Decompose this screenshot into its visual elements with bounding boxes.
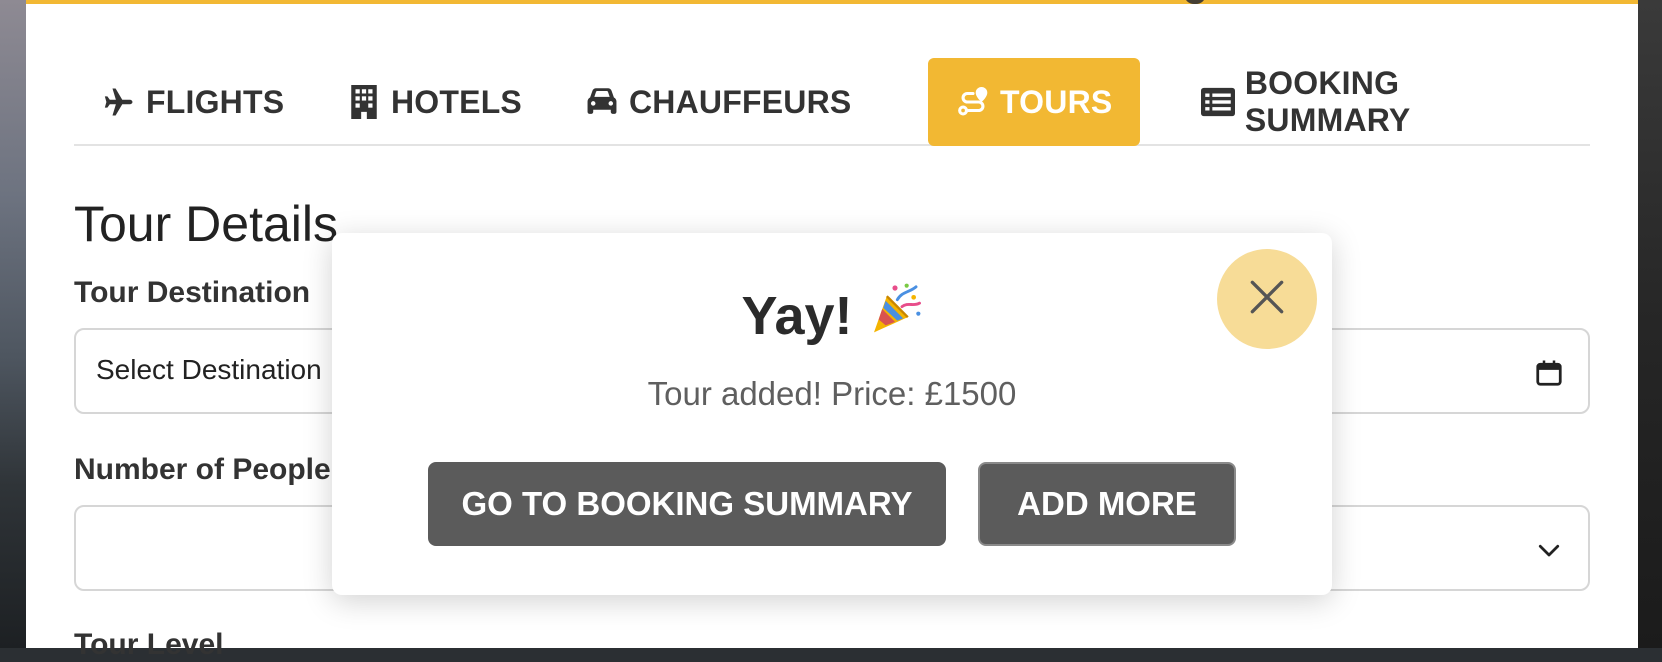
success-modal: Yay! Tour added! Price: £1500 GO TO BOOK… xyxy=(332,233,1332,595)
modal-title-text: Yay! xyxy=(741,285,853,346)
close-icon xyxy=(1245,275,1289,324)
modal-overlay: Yay! Tour added! Price: £1500 GO TO BOOK… xyxy=(0,0,1662,648)
modal-title: Yay! xyxy=(332,281,1332,350)
modal-message: Tour added! Price: £1500 xyxy=(647,375,1017,412)
party-popper-icon xyxy=(867,281,923,350)
go-to-booking-summary-button[interactable]: GO TO BOOKING SUMMARY xyxy=(428,462,946,546)
close-button[interactable] xyxy=(1217,249,1317,349)
add-more-button[interactable]: ADD MORE xyxy=(978,462,1236,546)
